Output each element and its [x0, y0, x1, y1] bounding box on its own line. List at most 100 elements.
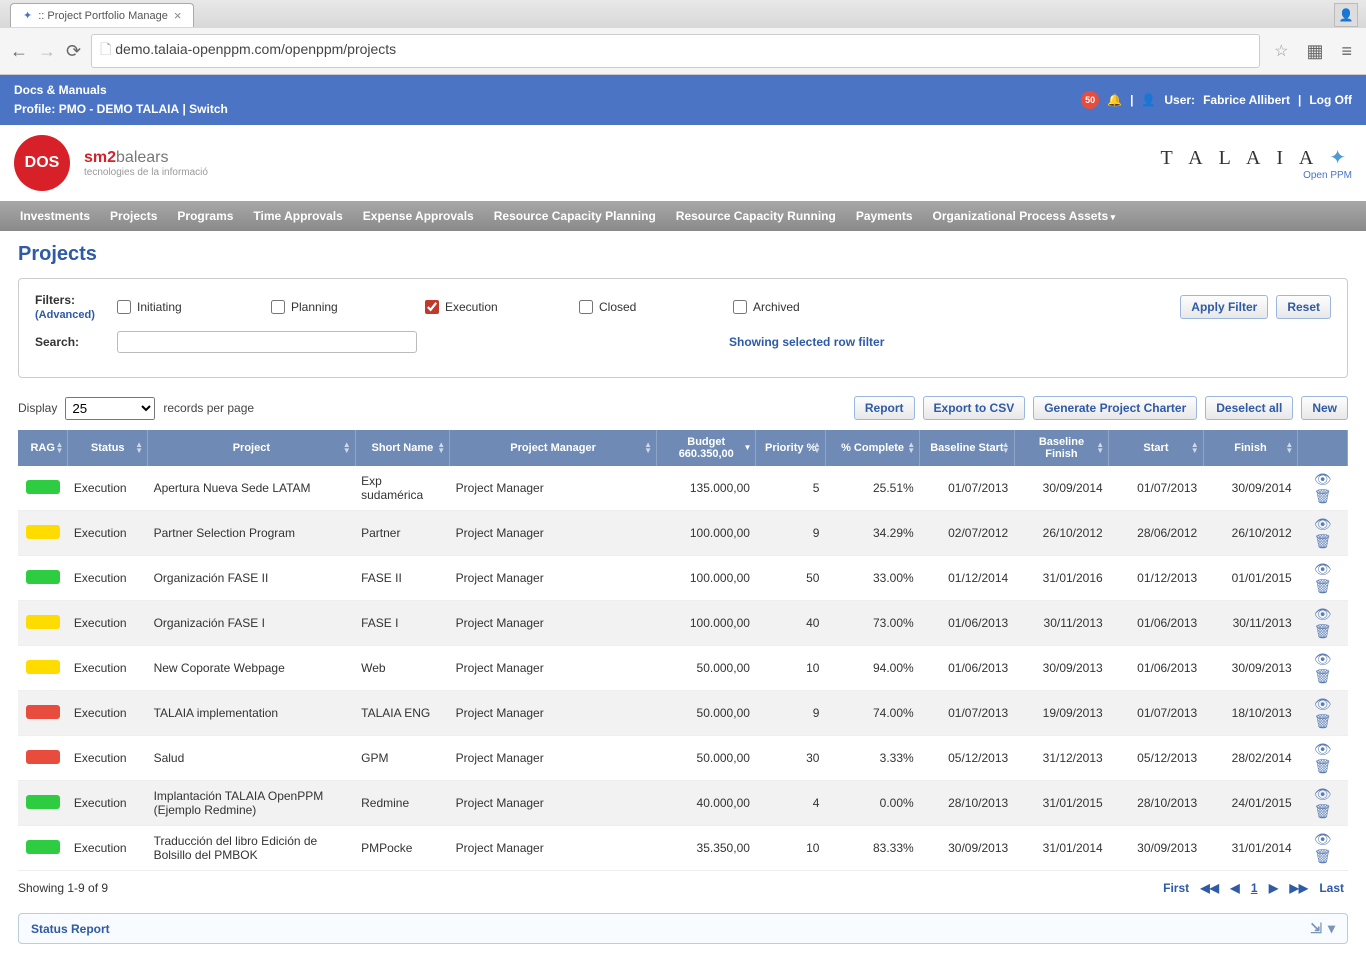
table-row[interactable]: ExecutionOrganización FASE IIFASE IIProj…	[18, 556, 1348, 601]
pager-first[interactable]: First	[1159, 881, 1193, 895]
view-icon[interactable]: 👁	[1312, 741, 1334, 757]
delete-icon[interactable]: 🗑	[1312, 713, 1334, 729]
delete-icon[interactable]: 🗑	[1312, 488, 1334, 504]
col--complete[interactable]: % Complete▲▼	[825, 430, 919, 466]
nav-programs[interactable]: Programs	[167, 201, 243, 231]
nav-time-approvals[interactable]: Time Approvals	[243, 201, 352, 231]
view-icon[interactable]: 👁	[1312, 606, 1334, 622]
bookmark-icon[interactable]: ☆	[1270, 41, 1292, 61]
view-icon[interactable]: 👁	[1312, 561, 1334, 577]
filter-planning[interactable]: Planning	[271, 300, 425, 314]
col-status[interactable]: Status▲▼	[68, 430, 148, 466]
advanced-link[interactable]: (Advanced)	[35, 309, 95, 321]
nav-investments[interactable]: Investments	[10, 201, 100, 231]
apply-filter-button[interactable]: Apply Filter	[1180, 295, 1268, 319]
nav-projects[interactable]: Projects	[100, 201, 167, 231]
filter-closed[interactable]: Closed	[579, 300, 733, 314]
deselect-all-button[interactable]: Deselect all	[1205, 396, 1293, 420]
pager-prev[interactable]: ◀	[1226, 881, 1243, 895]
col-short-name[interactable]: Short Name▲▼	[355, 430, 450, 466]
pager-next[interactable]: ▶	[1265, 881, 1282, 895]
view-icon[interactable]: 👁	[1312, 696, 1334, 712]
pager-next-fast[interactable]: ▶▶	[1286, 881, 1312, 895]
docs-link[interactable]: Docs & Manuals	[14, 83, 107, 97]
table-row[interactable]: ExecutionPartner Selection ProgramPartne…	[18, 511, 1348, 556]
col-finish[interactable]: Finish▲▼	[1203, 430, 1298, 466]
filter-checkbox-archived[interactable]	[733, 300, 747, 314]
new-button[interactable]: New	[1301, 396, 1348, 420]
user-name[interactable]: Fabrice Allibert	[1203, 91, 1290, 110]
delete-icon[interactable]: 🗑	[1312, 578, 1334, 594]
col-actions[interactable]	[1298, 430, 1348, 466]
filter-checkbox-initiating[interactable]	[117, 300, 131, 314]
table-row[interactable]: ExecutionTraducción del libro Edición de…	[18, 826, 1348, 871]
col-baseline-start[interactable]: Baseline Start▲▼	[920, 430, 1015, 466]
filter-initiating[interactable]: Initiating	[117, 300, 271, 314]
col-budget-660-350-00[interactable]: Budget660.350,00▼	[657, 430, 756, 466]
table-row[interactable]: ExecutionNew Coporate WebpageWebProject …	[18, 646, 1348, 691]
cell-bfinish: 31/01/2016	[1014, 556, 1109, 601]
nav-payments[interactable]: Payments	[846, 201, 923, 231]
reset-button[interactable]: Reset	[1276, 295, 1331, 319]
report-button[interactable]: Report	[854, 396, 915, 420]
filter-archived[interactable]: Archived	[733, 300, 887, 314]
app-top-bar: Docs & Manuals Profile: PMO - DEMO TALAI…	[0, 75, 1366, 125]
delete-icon[interactable]: 🗑	[1312, 758, 1334, 774]
view-icon[interactable]: 👁	[1312, 651, 1334, 667]
browser-user-icon[interactable]: 👤	[1334, 3, 1358, 27]
nav-resource-capacity-running[interactable]: Resource Capacity Running	[666, 201, 846, 231]
table-row[interactable]: ExecutionOrganización FASE IFASE IProjec…	[18, 601, 1348, 646]
filter-checkbox-execution[interactable]	[425, 300, 439, 314]
col-project-manager[interactable]: Project Manager▲▼	[450, 430, 657, 466]
export-csv-button[interactable]: Export to CSV	[923, 396, 1026, 420]
close-icon[interactable]: ×	[174, 8, 182, 23]
filter-execution[interactable]: Execution	[425, 300, 579, 314]
nav-resource-capacity-planning[interactable]: Resource Capacity Planning	[484, 201, 666, 231]
switch-link[interactable]: Switch	[189, 102, 228, 116]
table-row[interactable]: ExecutionImplantación TALAIA OpenPPM (Ej…	[18, 781, 1348, 826]
status-report-panel[interactable]: Status Report ⇲ ▾	[18, 913, 1348, 944]
cell-finish: 30/09/2014	[1203, 466, 1298, 511]
delete-icon[interactable]: 🗑	[1312, 848, 1334, 864]
browser-tab[interactable]: ✦ :: Project Portfolio Manage ×	[10, 3, 194, 27]
search-input[interactable]	[117, 331, 417, 353]
view-icon[interactable]: 👁	[1312, 516, 1334, 532]
row-filter-link[interactable]: Showing selected row filter	[729, 335, 884, 349]
generate-charter-button[interactable]: Generate Project Charter	[1033, 396, 1197, 420]
delete-icon[interactable]: 🗑	[1312, 623, 1334, 639]
bell-icon[interactable]: 🔔	[1107, 91, 1122, 110]
export-icon[interactable]: ⇲	[1310, 920, 1322, 937]
delete-icon[interactable]: 🗑	[1312, 533, 1334, 549]
collapse-icon[interactable]: ▾	[1328, 920, 1335, 937]
col-start[interactable]: Start▲▼	[1109, 430, 1204, 466]
delete-icon[interactable]: 🗑	[1312, 668, 1334, 684]
pager-last[interactable]: Last	[1315, 881, 1348, 895]
filter-checkbox-closed[interactable]	[579, 300, 593, 314]
col-rag[interactable]: RAG▲▼	[18, 430, 68, 466]
logoff-link[interactable]: Log Off	[1309, 91, 1352, 110]
table-row[interactable]: ExecutionTALAIA implementationTALAIA ENG…	[18, 691, 1348, 736]
delete-icon[interactable]: 🗑	[1312, 803, 1334, 819]
menu-icon[interactable]: ≡	[1337, 41, 1356, 62]
view-icon[interactable]: 👁	[1312, 786, 1334, 802]
pager-page[interactable]: 1	[1247, 881, 1262, 895]
url-input[interactable]: 🗋 demo.talaia-openppm.com/openppm/projec…	[91, 34, 1260, 68]
pager-info: Showing 1-9 of 9	[18, 881, 108, 895]
table-row[interactable]: ExecutionSaludGPMProject Manager50.000,0…	[18, 736, 1348, 781]
page-size-select[interactable]: 25	[65, 397, 155, 420]
view-icon[interactable]: 👁	[1312, 831, 1334, 847]
table-row[interactable]: ExecutionApertura Nueva Sede LATAMExp su…	[18, 466, 1348, 511]
extensions-icon[interactable]: ▦	[1302, 41, 1327, 62]
nav-expense-approvals[interactable]: Expense Approvals	[353, 201, 484, 231]
col-priority-[interactable]: Priority %▲▼	[756, 430, 826, 466]
nav-organizational-process-assets[interactable]: Organizational Process Assets	[923, 201, 1126, 231]
notification-badge[interactable]: 50	[1081, 91, 1099, 109]
filter-checkbox-planning[interactable]	[271, 300, 285, 314]
pager-prev-fast[interactable]: ◀◀	[1197, 881, 1223, 895]
cell-bfinish: 19/09/2013	[1014, 691, 1109, 736]
back-icon[interactable]: ←	[10, 41, 28, 62]
col-baseline-finish[interactable]: BaselineFinish▲▼	[1014, 430, 1109, 466]
view-icon[interactable]: 👁	[1312, 471, 1334, 487]
col-project[interactable]: Project▲▼	[148, 430, 356, 466]
reload-icon[interactable]: ⟳	[66, 41, 81, 62]
